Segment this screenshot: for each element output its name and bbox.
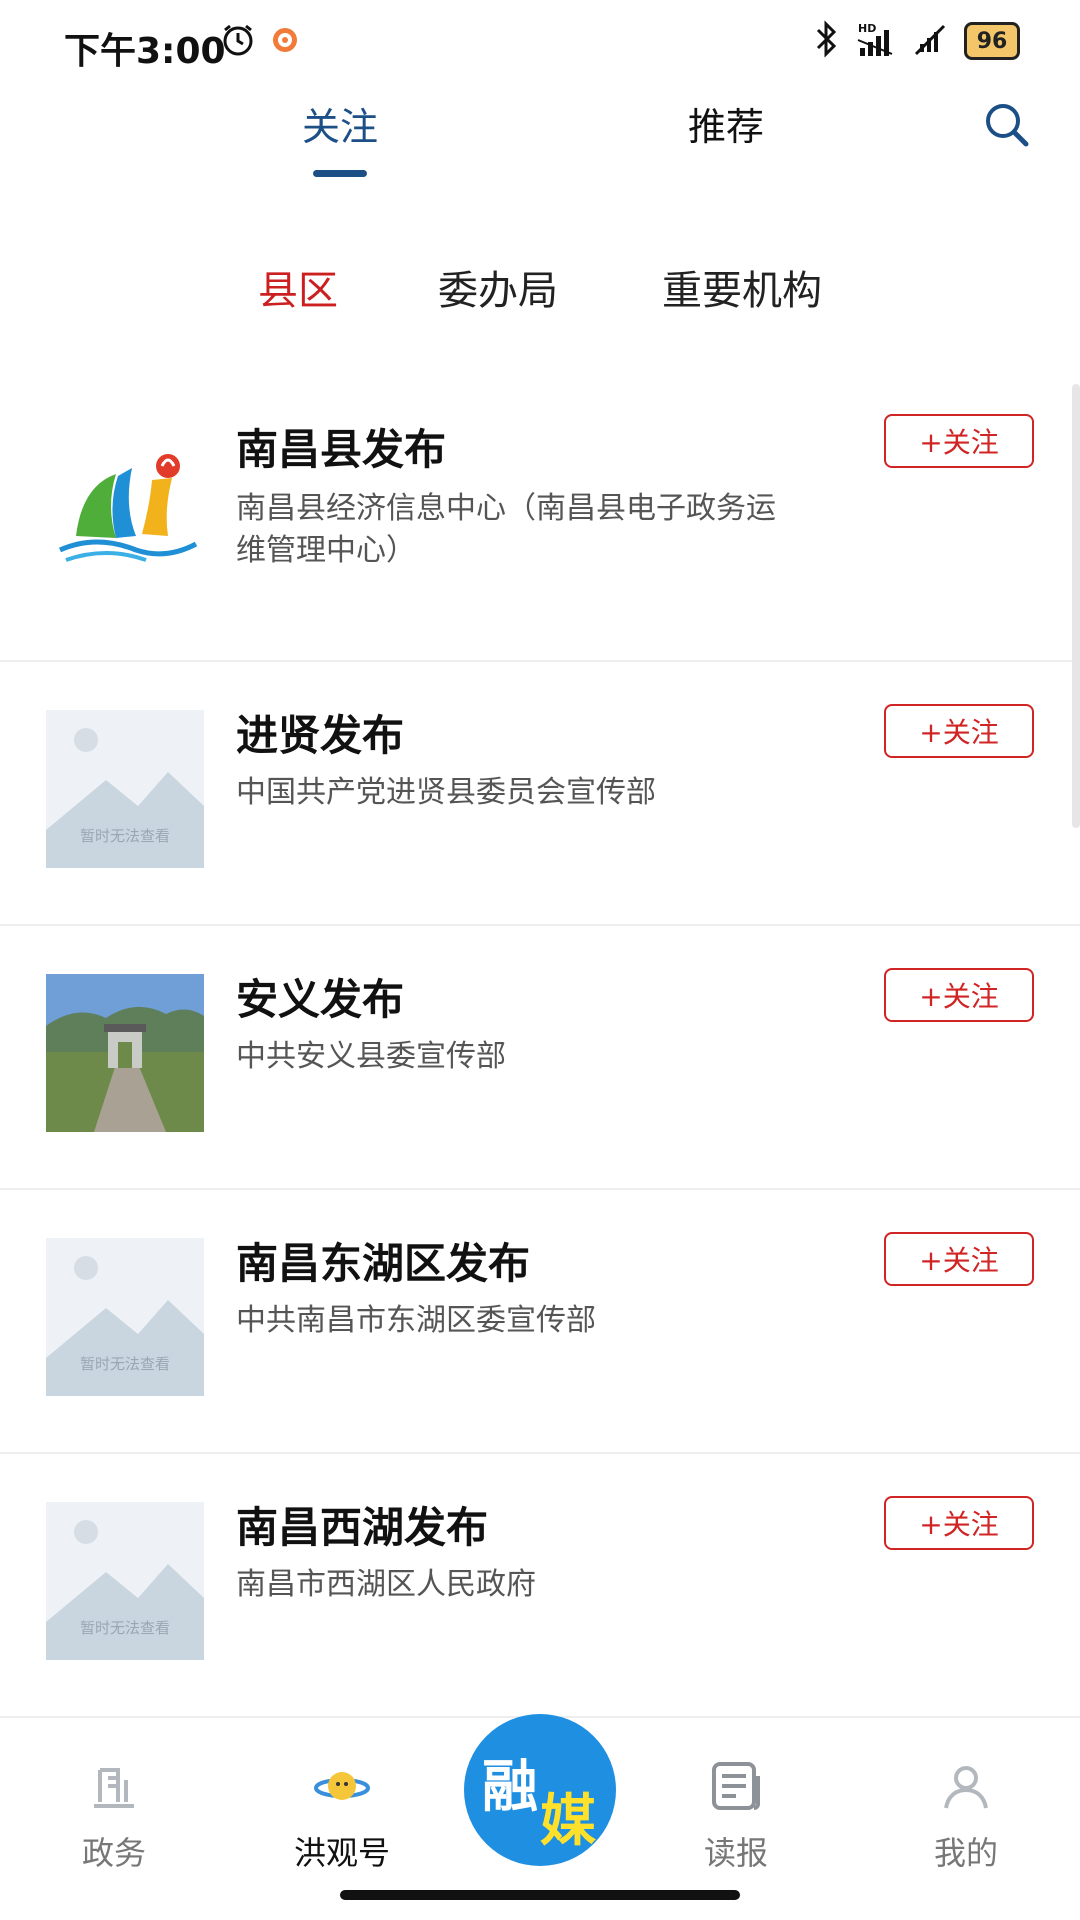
follow-button[interactable]: +关注	[884, 1496, 1034, 1550]
account-list: 南昌县发布 南昌县经济信息中心（南昌县电子政务运维管理中心） +关注 暂时无法查…	[0, 370, 1080, 1718]
follow-button[interactable]: +关注	[884, 704, 1034, 758]
nav-profile[interactable]: 我的	[896, 1758, 1036, 1874]
signal-icon	[912, 20, 948, 62]
subtab-committees[interactable]: 委办局	[438, 258, 558, 316]
account-description: 南昌县经济信息中心（南昌县电子政务运维管理中心）	[236, 491, 776, 568]
nav-hongguan[interactable]: 洪观号	[272, 1758, 412, 1874]
nav-label: 政务	[81, 1834, 146, 1872]
planet-icon	[314, 1758, 370, 1814]
scrollbar[interactable]	[1072, 384, 1080, 828]
list-item[interactable]: 暂时无法查看 进贤发布 中国共产党进贤县委员会宣传部 +关注	[0, 662, 1080, 926]
app-notification-icon	[270, 25, 300, 59]
account-title: 南昌东湖区发布	[236, 1239, 531, 1288]
hd-signal-icon: HD	[856, 20, 896, 62]
rongmei-logo-char-2: 媒	[540, 1789, 596, 1854]
subtab-institutions[interactable]: 重要机构	[662, 258, 822, 316]
placeholder-caption: 暂时无法查看	[79, 1355, 170, 1373]
follow-button[interactable]: +关注	[884, 414, 1034, 468]
sub-tab-bar: 县区 委办局 重要机构	[0, 258, 1080, 314]
account-title: 进贤发布	[236, 711, 405, 760]
home-indicator[interactable]	[340, 1890, 740, 1900]
account-title: 南昌县发布	[236, 425, 447, 474]
search-icon	[986, 104, 1029, 147]
profile-icon	[938, 1758, 994, 1814]
account-title: 安义发布	[236, 975, 405, 1024]
status-bar: 下午3:00 HD 96	[0, 0, 1080, 84]
list-item[interactable]: 暂时无法查看 南昌东湖区发布 中共南昌市东湖区委宣传部 +关注	[0, 1190, 1080, 1454]
list-item[interactable]: 南昌县发布 南昌县经济信息中心（南昌县电子政务运维管理中心） +关注	[0, 370, 1080, 662]
list-item[interactable]: 暂时无法查看 南昌西湖发布 南昌市西湖区人民政府 +关注	[0, 1454, 1080, 1718]
nav-newspaper[interactable]: 读报	[666, 1758, 806, 1874]
nav-label: 我的	[933, 1834, 998, 1872]
bluetooth-icon	[814, 20, 840, 62]
alarm-icon	[220, 22, 256, 62]
account-logo	[46, 426, 204, 584]
svg-text:HD: HD	[858, 22, 876, 35]
account-title: 南昌西湖发布	[236, 1503, 489, 1552]
nav-government[interactable]: 政务	[44, 1758, 184, 1874]
nav-label: 洪观号	[293, 1834, 390, 1872]
tab-recommended-label: 推荐	[688, 105, 765, 149]
placeholder-caption: 暂时无法查看	[79, 1619, 170, 1637]
account-description: 中共南昌市东湖区委宣传部	[236, 1303, 596, 1338]
list-item[interactable]: 安义发布 中共安义县委宣传部 +关注	[0, 926, 1080, 1190]
rongmei-logo-char-1: 融	[482, 1755, 538, 1820]
placeholder-image: 暂时无法查看	[46, 1502, 204, 1660]
account-photo	[46, 974, 204, 1132]
tab-following[interactable]: 关注	[302, 96, 379, 177]
nav-label: 读报	[703, 1834, 768, 1872]
account-description: 中共安义县委宣传部	[236, 1039, 506, 1074]
tab-recommended[interactable]: 推荐	[688, 96, 764, 151]
search-button[interactable]	[982, 100, 1032, 150]
battery-icon: 96	[964, 22, 1020, 60]
placeholder-caption: 暂时无法查看	[79, 827, 170, 845]
account-description: 中国共产党进贤县委员会宣传部	[236, 775, 656, 810]
rongmei-logo[interactable]: 融 媒	[464, 1714, 616, 1866]
account-description: 南昌市西湖区人民政府	[236, 1567, 536, 1602]
tab-following-label: 关注	[302, 105, 379, 149]
follow-button[interactable]: +关注	[884, 968, 1034, 1022]
government-icon	[86, 1758, 142, 1814]
subtab-county[interactable]: 县区	[258, 258, 338, 316]
newspaper-icon	[708, 1758, 764, 1814]
placeholder-image: 暂时无法查看	[46, 1238, 204, 1396]
placeholder-image: 暂时无法查看	[46, 710, 204, 868]
top-tab-bar: 关注 推荐	[0, 96, 1080, 186]
follow-button[interactable]: +关注	[884, 1232, 1034, 1286]
active-tab-indicator	[313, 170, 367, 177]
status-time: 下午3:00	[64, 31, 226, 72]
